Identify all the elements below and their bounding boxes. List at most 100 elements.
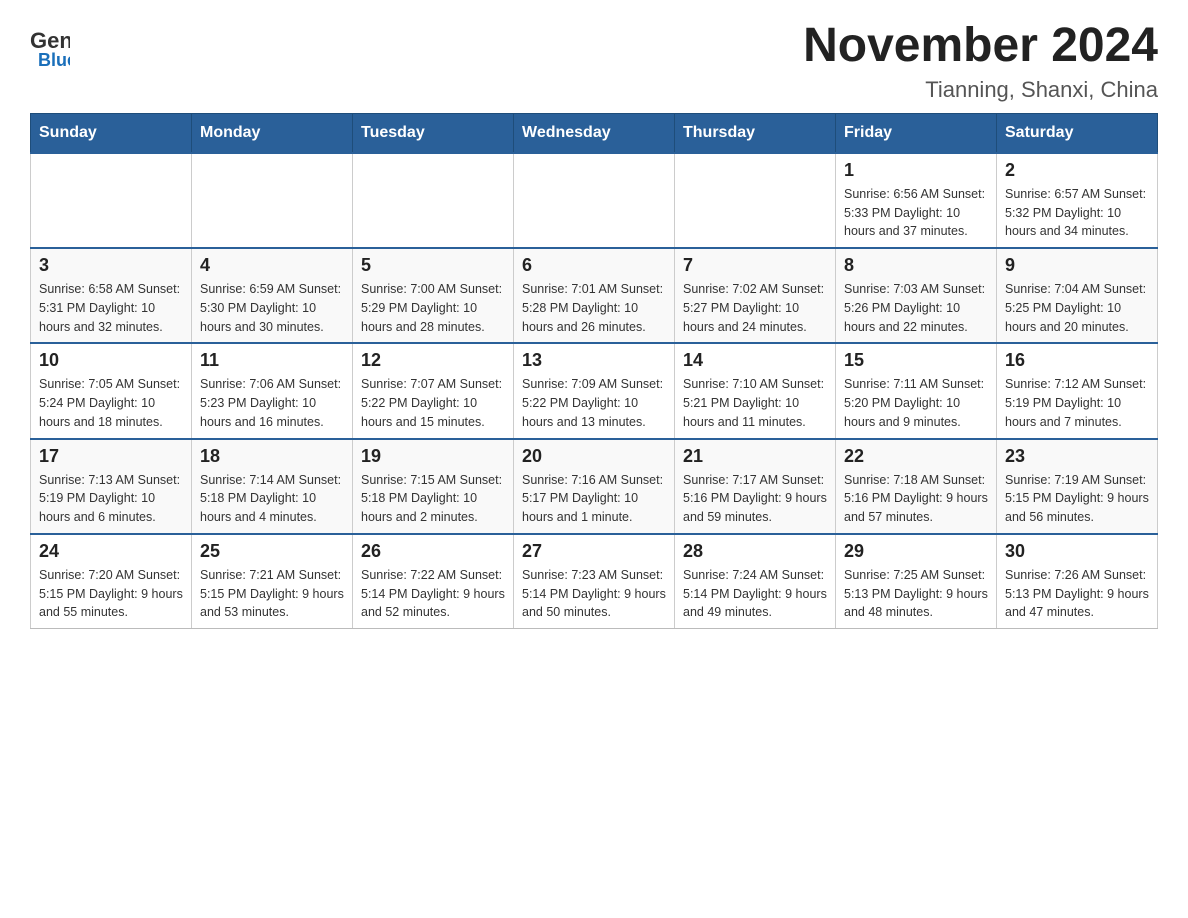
calendar-cell: 24Sunrise: 7:20 AM Sunset: 5:15 PM Dayli… (31, 534, 192, 629)
calendar-cell (353, 153, 514, 248)
calendar-cell: 19 Sunrise: 7:15 AM Sunset: 5:18 PM Dayli… (353, 439, 514, 534)
calendar-cell (192, 153, 353, 248)
day-info: Sunrise: 7:16 AM Sunset: 5:17 PM Dayligh… (522, 471, 666, 527)
calendar-table: Sunday Monday Tuesday Wednesday Thursday… (30, 113, 1158, 629)
day-number: 12 (361, 350, 505, 371)
calendar-cell: 3 Sunrise: 6:58 AM Sunset: 5:31 PM Daylig… (31, 248, 192, 343)
day-number: 26 (361, 541, 505, 562)
calendar-cell: 30 Sunrise: 7:26 AM Sunset: 5:13 PM Dayli… (997, 534, 1158, 629)
page-header: General Blue November 2024 Tianning, Sha… (30, 20, 1158, 103)
day-info: Sunrise: 7:14 AM Sunset: 5:18 PM Dayligh… (200, 471, 344, 527)
col-wednesday: Wednesday (514, 113, 675, 153)
day-number: 15 (844, 350, 988, 371)
calendar-cell: 2 Sunrise: 6:57 AM Sunset: 5:32 PM Daylig… (997, 153, 1158, 248)
calendar-cell (514, 153, 675, 248)
day-info: Sunrise: 7:25 AM Sunset: 5:13 PM Dayligh… (844, 566, 988, 622)
col-sunday: Sunday (31, 113, 192, 153)
day-number: 5 (361, 255, 505, 276)
calendar-cell: 17 Sunrise: 7:13 AM Sunset: 5:19 PM Dayli… (31, 439, 192, 534)
calendar-cell: 10 Sunrise: 7:05 AM Sunset: 5:24 PM Dayli… (31, 343, 192, 438)
day-number: 23 (1005, 446, 1149, 467)
day-info: Sunrise: 6:59 AM Sunset: 5:30 PM Dayligh… (200, 280, 344, 336)
day-info: Sunrise: 7:26 AM Sunset: 5:13 PM Dayligh… (1005, 566, 1149, 622)
day-info: Sunrise: 6:56 AM Sunset: 5:33 PM Dayligh… (844, 185, 988, 241)
calendar-cell: 6Sunrise: 7:01 AM Sunset: 5:28 PM Daylig… (514, 248, 675, 343)
day-number: 17 (39, 446, 183, 467)
day-info: Sunrise: 7:02 AM Sunset: 5:27 PM Dayligh… (683, 280, 827, 336)
day-number: 28 (683, 541, 827, 562)
logo-icon: General Blue (30, 20, 70, 70)
day-number: 27 (522, 541, 666, 562)
calendar-cell: 21 Sunrise: 7:17 AM Sunset: 5:16 PM Dayli… (675, 439, 836, 534)
day-info: Sunrise: 7:13 AM Sunset: 5:19 PM Dayligh… (39, 471, 183, 527)
day-info: Sunrise: 7:23 AM Sunset: 5:14 PM Dayligh… (522, 566, 666, 622)
calendar-cell: 22 Sunrise: 7:18 AM Sunset: 5:16 PM Dayli… (836, 439, 997, 534)
calendar-cell: 16 Sunrise: 7:12 AM Sunset: 5:19 PM Dayli… (997, 343, 1158, 438)
col-thursday: Thursday (675, 113, 836, 153)
day-info: Sunrise: 7:17 AM Sunset: 5:16 PM Dayligh… (683, 471, 827, 527)
calendar-cell: 12 Sunrise: 7:07 AM Sunset: 5:22 PM Dayli… (353, 343, 514, 438)
day-number: 22 (844, 446, 988, 467)
day-number: 3 (39, 255, 183, 276)
calendar-cell: 4Sunrise: 6:59 AM Sunset: 5:30 PM Daylig… (192, 248, 353, 343)
day-number: 20 (522, 446, 666, 467)
day-info: Sunrise: 7:21 AM Sunset: 5:15 PM Dayligh… (200, 566, 344, 622)
day-number: 14 (683, 350, 827, 371)
calendar-cell: 9Sunrise: 7:04 AM Sunset: 5:25 PM Daylig… (997, 248, 1158, 343)
calendar-cell: 26 Sunrise: 7:22 AM Sunset: 5:14 PM Dayli… (353, 534, 514, 629)
calendar-cell: 27 Sunrise: 7:23 AM Sunset: 5:14 PM Dayli… (514, 534, 675, 629)
calendar-cell: 8 Sunrise: 7:03 AM Sunset: 5:26 PM Daylig… (836, 248, 997, 343)
day-info: Sunrise: 7:15 AM Sunset: 5:18 PM Dayligh… (361, 471, 505, 527)
day-number: 29 (844, 541, 988, 562)
day-info: Sunrise: 7:22 AM Sunset: 5:14 PM Dayligh… (361, 566, 505, 622)
col-friday: Friday (836, 113, 997, 153)
day-info: Sunrise: 7:11 AM Sunset: 5:20 PM Dayligh… (844, 375, 988, 431)
day-info: Sunrise: 7:18 AM Sunset: 5:16 PM Dayligh… (844, 471, 988, 527)
svg-text:Blue: Blue (38, 50, 70, 70)
col-saturday: Saturday (997, 113, 1158, 153)
week-row-3: 17 Sunrise: 7:13 AM Sunset: 5:19 PM Dayli… (31, 439, 1158, 534)
logo: General Blue (30, 20, 70, 70)
calendar-cell: 11Sunrise: 7:06 AM Sunset: 5:23 PM Dayli… (192, 343, 353, 438)
day-number: 16 (1005, 350, 1149, 371)
calendar-cell: 18Sunrise: 7:14 AM Sunset: 5:18 PM Dayli… (192, 439, 353, 534)
day-info: Sunrise: 7:05 AM Sunset: 5:24 PM Dayligh… (39, 375, 183, 431)
calendar-cell: 15 Sunrise: 7:11 AM Sunset: 5:20 PM Dayli… (836, 343, 997, 438)
day-info: Sunrise: 7:06 AM Sunset: 5:23 PM Dayligh… (200, 375, 344, 431)
day-number: 7 (683, 255, 827, 276)
day-info: Sunrise: 7:03 AM Sunset: 5:26 PM Dayligh… (844, 280, 988, 336)
calendar-subtitle: Tianning, Shanxi, China (803, 77, 1158, 103)
day-info: Sunrise: 7:10 AM Sunset: 5:21 PM Dayligh… (683, 375, 827, 431)
calendar-cell: 13 Sunrise: 7:09 AM Sunset: 5:22 PM Dayli… (514, 343, 675, 438)
day-number: 25 (200, 541, 344, 562)
day-info: Sunrise: 6:57 AM Sunset: 5:32 PM Dayligh… (1005, 185, 1149, 241)
day-info: Sunrise: 7:00 AM Sunset: 5:29 PM Dayligh… (361, 280, 505, 336)
day-info: Sunrise: 7:12 AM Sunset: 5:19 PM Dayligh… (1005, 375, 1149, 431)
col-monday: Monday (192, 113, 353, 153)
day-number: 8 (844, 255, 988, 276)
day-info: Sunrise: 6:58 AM Sunset: 5:31 PM Dayligh… (39, 280, 183, 336)
week-row-4: 24Sunrise: 7:20 AM Sunset: 5:15 PM Dayli… (31, 534, 1158, 629)
day-number: 19 (361, 446, 505, 467)
calendar-header-row: Sunday Monday Tuesday Wednesday Thursday… (31, 113, 1158, 153)
day-number: 6 (522, 255, 666, 276)
day-info: Sunrise: 7:09 AM Sunset: 5:22 PM Dayligh… (522, 375, 666, 431)
day-number: 13 (522, 350, 666, 371)
week-row-0: 1 Sunrise: 6:56 AM Sunset: 5:33 PM Daylig… (31, 153, 1158, 248)
day-number: 24 (39, 541, 183, 562)
day-number: 1 (844, 160, 988, 181)
day-number: 30 (1005, 541, 1149, 562)
calendar-cell: 23Sunrise: 7:19 AM Sunset: 5:15 PM Dayli… (997, 439, 1158, 534)
day-number: 2 (1005, 160, 1149, 181)
day-info: Sunrise: 7:07 AM Sunset: 5:22 PM Dayligh… (361, 375, 505, 431)
day-number: 10 (39, 350, 183, 371)
week-row-2: 10 Sunrise: 7:05 AM Sunset: 5:24 PM Dayli… (31, 343, 1158, 438)
col-tuesday: Tuesday (353, 113, 514, 153)
day-number: 9 (1005, 255, 1149, 276)
calendar-cell: 1 Sunrise: 6:56 AM Sunset: 5:33 PM Daylig… (836, 153, 997, 248)
calendar-cell: 20 Sunrise: 7:16 AM Sunset: 5:17 PM Dayli… (514, 439, 675, 534)
calendar-cell: 5 Sunrise: 7:00 AM Sunset: 5:29 PM Daylig… (353, 248, 514, 343)
calendar-cell (31, 153, 192, 248)
day-number: 21 (683, 446, 827, 467)
calendar-cell: 7 Sunrise: 7:02 AM Sunset: 5:27 PM Daylig… (675, 248, 836, 343)
